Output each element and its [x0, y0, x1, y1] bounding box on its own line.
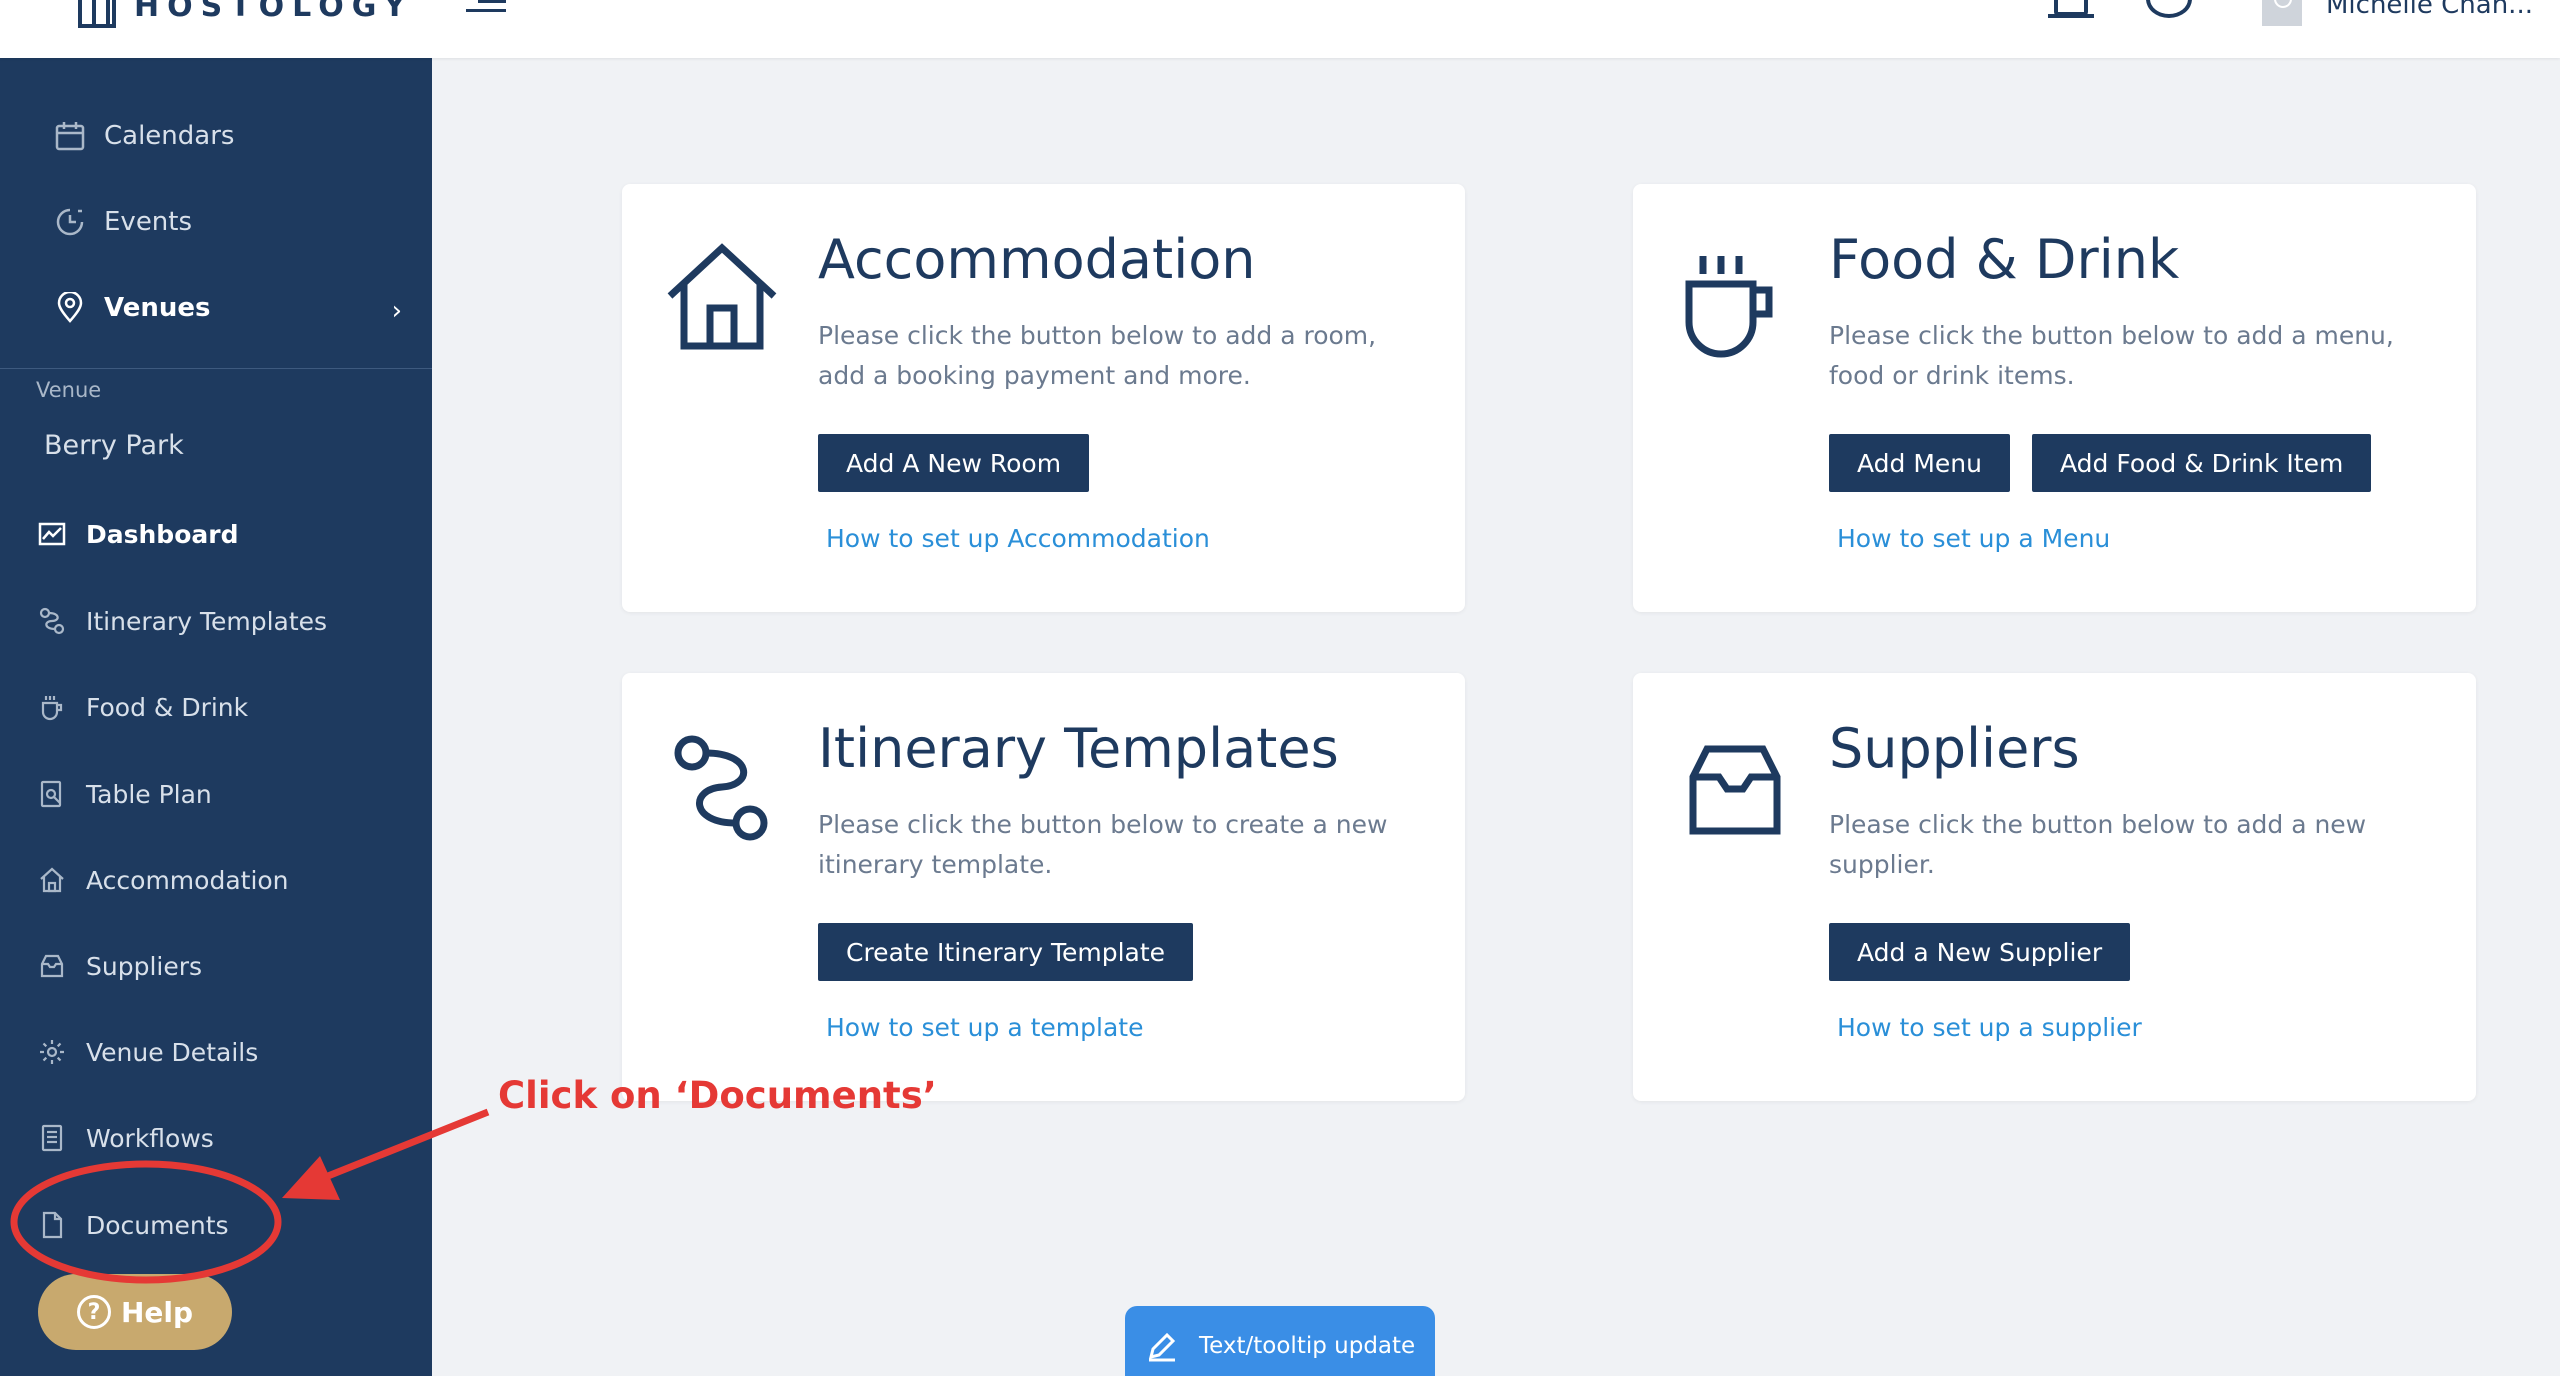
question-icon: ?	[76, 1295, 111, 1329]
sidebar-item-events[interactable]: Events	[0, 192, 432, 252]
card-title: Suppliers	[1829, 717, 2080, 780]
sidebar-item-documents[interactable]: Documents	[0, 1195, 432, 1255]
sidebar-divider	[0, 368, 432, 369]
text-tooltip-update-button[interactable]: Text/tooltip update	[1125, 1306, 1435, 1376]
sidebar-item-label: Itinerary Templates	[86, 606, 328, 636]
gear-icon	[38, 1038, 66, 1066]
inbox-icon	[38, 952, 66, 980]
home-icon	[38, 866, 66, 894]
card-title: Itinerary Templates	[818, 717, 1339, 780]
sidebar-item-venue-details[interactable]: Venue Details	[0, 1022, 432, 1082]
help-link[interactable]: How to set up a Menu	[1837, 524, 2110, 553]
sidebar-item-label: Food & Drink	[86, 692, 249, 722]
workflow-icon	[38, 1124, 66, 1152]
add-supplier-button[interactable]: Add a New Supplier	[1829, 923, 2131, 981]
sidebar-item-suppliers[interactable]: Suppliers	[0, 936, 432, 996]
home-icon	[667, 243, 777, 350]
card-description: Please click the button below to add a n…	[1829, 810, 2367, 879]
card-description: Please click the button below to add a m…	[1829, 321, 2394, 390]
sidebar-item-label: Suppliers	[86, 951, 203, 981]
inbox-icon	[1689, 745, 1781, 835]
avatar[interactable]	[2262, 0, 2302, 26]
sidebar-item-label: Venue Details	[86, 1037, 259, 1067]
section-label: Venue	[36, 378, 102, 402]
logo-text: HOSTOLOGY	[134, 0, 414, 24]
sidebar-item-calendars[interactable]: Calendars	[0, 106, 432, 166]
sidebar-item-dashboard[interactable]: Dashboard	[0, 504, 432, 564]
sidebar-item-food-drink[interactable]: Food & Drink	[0, 677, 432, 737]
card-description: Please click the button below to add a r…	[818, 321, 1377, 390]
pencil-icon	[1148, 1332, 1176, 1362]
add-food-drink-item-button[interactable]: Add Food & Drink Item	[2032, 434, 2372, 492]
bell-icon[interactable]	[2048, 0, 2094, 18]
calendar-icon	[54, 120, 86, 152]
chat-icon[interactable]	[2146, 0, 2192, 18]
route-icon	[38, 607, 66, 635]
accommodation-card: Accommodation Please click the button be…	[622, 184, 1465, 612]
card-description: Please click the button below to create …	[818, 810, 1388, 879]
sidebar-item-label: Accommodation	[86, 865, 289, 895]
venue-name[interactable]: Berry Park	[44, 430, 184, 461]
help-link[interactable]: How to set up Accommodation	[826, 524, 1210, 553]
sidebar-item-label: Dashboard	[86, 519, 239, 549]
sidebar-item-label: Workflows	[86, 1123, 214, 1153]
cup-icon	[1685, 256, 1773, 358]
create-itinerary-template-button[interactable]: Create Itinerary Template	[818, 923, 1194, 981]
sidebar-item-table-plan[interactable]: Table Plan	[0, 764, 432, 824]
itinerary-card: Itinerary Templates Please click the but…	[622, 673, 1465, 1101]
chart-icon	[38, 520, 66, 548]
add-room-button[interactable]: Add A New Room	[818, 434, 1090, 492]
sidebar-item-label: Calendars	[104, 121, 235, 151]
sidebar-item-label: Events	[104, 207, 193, 237]
events-icon	[54, 206, 86, 238]
logo[interactable]: HOSTOLOGY	[78, 0, 413, 28]
sidebar-item-workflows[interactable]: Workflows	[0, 1108, 432, 1168]
help-link[interactable]: How to set up a supplier	[1837, 1013, 2142, 1042]
food-drink-card: Food & Drink Please click the button bel…	[1633, 184, 2476, 612]
sidebar-item-accommodation[interactable]: Accommodation	[0, 850, 432, 910]
chevron-right-icon: ›	[391, 296, 402, 326]
cup-icon	[38, 693, 66, 721]
sidebar-item-label: Table Plan	[86, 779, 212, 809]
help-button[interactable]: ? Help	[38, 1274, 232, 1350]
sidebar: Calendars Events Venues › Venue Berry Pa…	[0, 58, 432, 1376]
annotation-text: Click on ‘Documents’	[498, 1074, 937, 1117]
sidebar-item-label: Documents	[86, 1210, 229, 1240]
route-icon	[674, 735, 768, 841]
card-title: Accommodation	[818, 228, 1256, 291]
location-pin-icon	[54, 292, 86, 324]
card-title: Food & Drink	[1829, 228, 2180, 291]
logo-mark-icon	[78, 0, 116, 28]
sidebar-item-venues[interactable]: Venues ›	[0, 278, 432, 338]
user-name[interactable]: Michelle Chan...	[2326, 0, 2533, 20]
sidebar-item-itinerary-templates[interactable]: Itinerary Templates	[0, 591, 432, 651]
document-icon	[38, 1211, 66, 1239]
floating-label: Text/tooltip update	[1199, 1333, 1416, 1359]
suppliers-card: Suppliers Please click the button below …	[1633, 673, 2476, 1101]
table-plan-icon	[38, 780, 66, 808]
top-bar: HOSTOLOGY Michelle Chan...	[0, 0, 2560, 58]
sidebar-item-label: Venues	[104, 293, 211, 323]
menu-toggle-icon[interactable]	[466, 0, 506, 18]
help-link[interactable]: How to set up a template	[826, 1013, 1143, 1042]
help-label: Help	[120, 1295, 194, 1329]
add-menu-button[interactable]: Add Menu	[1829, 434, 2010, 492]
